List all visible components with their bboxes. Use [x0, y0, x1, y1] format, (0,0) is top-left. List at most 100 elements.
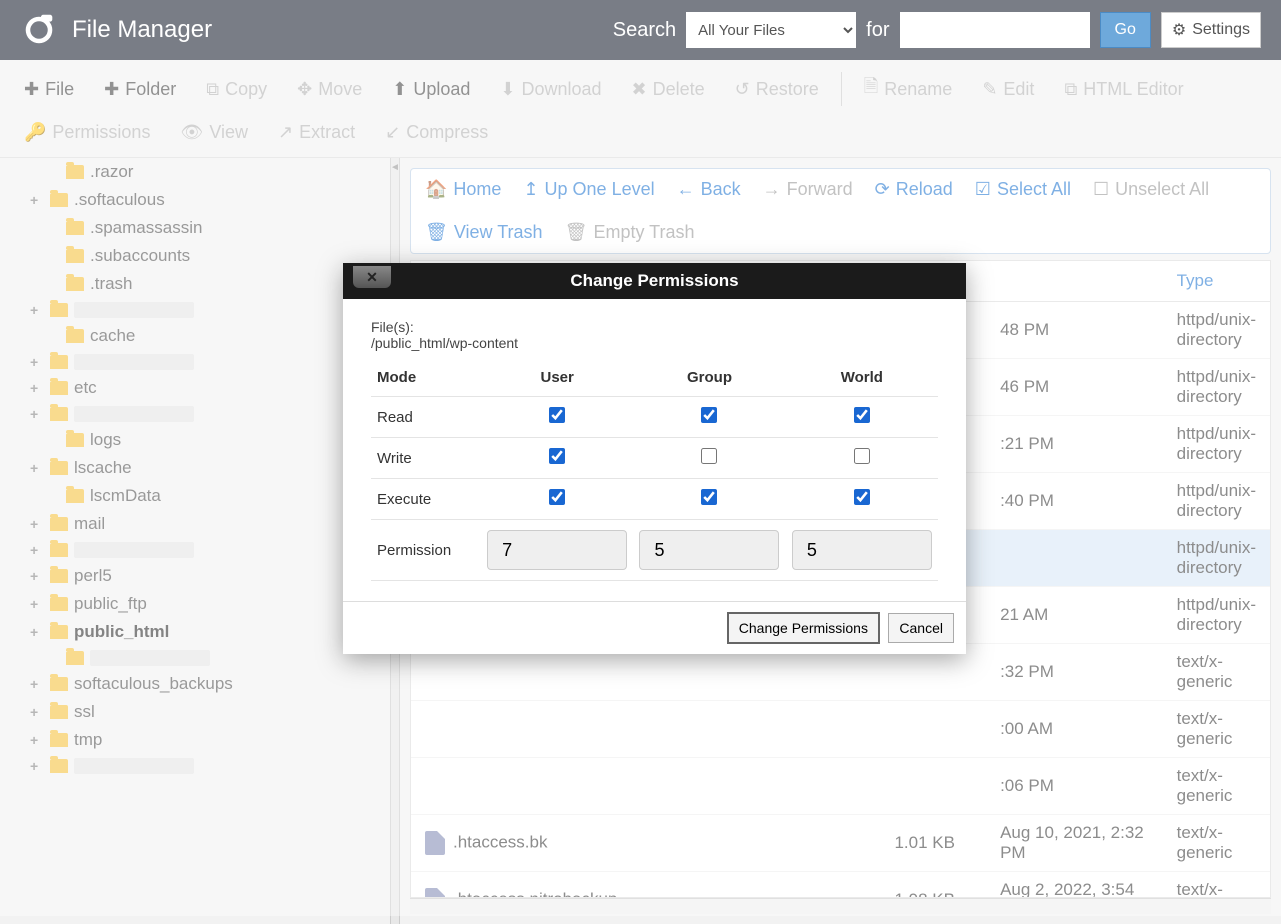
- cancel-button[interactable]: Cancel: [888, 613, 954, 643]
- unselect-all-button[interactable]: ☐Unselect All: [1093, 179, 1209, 200]
- expand-icon[interactable]: +: [30, 732, 44, 748]
- write-group-checkbox[interactable]: [701, 448, 717, 464]
- expand-icon[interactable]: +: [30, 380, 44, 396]
- exec-user-checkbox[interactable]: [549, 489, 565, 505]
- expand-icon[interactable]: +: [30, 460, 44, 476]
- new-folder-button[interactable]: ✚Folder: [92, 68, 188, 110]
- delete-label: Delete: [653, 79, 705, 100]
- expand-icon[interactable]: +: [30, 302, 44, 318]
- expand-icon[interactable]: +: [30, 624, 44, 640]
- permissions-button[interactable]: 🔑Permissions: [12, 116, 162, 149]
- exec-world-checkbox[interactable]: [854, 489, 870, 505]
- tree-item[interactable]: +lscache: [30, 454, 360, 482]
- tree-item[interactable]: +mail: [30, 510, 360, 538]
- tree-item[interactable]: lscmData: [30, 482, 360, 510]
- horizontal-scrollbar[interactable]: [410, 898, 1271, 914]
- perm-user-input[interactable]: [487, 530, 627, 570]
- tree-item[interactable]: .subaccounts: [30, 242, 360, 270]
- expand-icon[interactable]: +: [30, 406, 44, 422]
- tree-item[interactable]: +softaculous_backups: [30, 670, 360, 698]
- expand-icon[interactable]: +: [30, 516, 44, 532]
- tree-item[interactable]: +: [30, 350, 360, 374]
- up-button[interactable]: ↥Up One Level: [523, 179, 654, 200]
- write-user-checkbox[interactable]: [549, 448, 565, 464]
- search-input[interactable]: [900, 12, 1090, 48]
- cell-name: .htaccess.nitrobackup: [411, 872, 880, 899]
- reload-button[interactable]: ⟳Reload: [875, 179, 953, 200]
- move-button[interactable]: ✥Move: [285, 68, 374, 110]
- tree-item-label: .razor: [90, 162, 133, 182]
- settings-button[interactable]: ⚙ Settings: [1161, 12, 1261, 48]
- expand-icon[interactable]: +: [30, 758, 44, 774]
- col-modified[interactable]: [986, 261, 1163, 302]
- select-all-button[interactable]: ☑Select All: [975, 179, 1071, 200]
- delete-icon: ✖: [632, 79, 647, 100]
- tree-item[interactable]: .spamassassin: [30, 214, 360, 242]
- tree-item-label: tmp: [74, 730, 102, 750]
- tree-item-label: perl5: [74, 566, 112, 586]
- cell-modified: :06 PM: [986, 758, 1163, 815]
- tree-item[interactable]: cache: [30, 322, 360, 350]
- tree-item[interactable]: + tmp: [30, 726, 360, 754]
- perm-world-input[interactable]: [792, 530, 932, 570]
- tree-item[interactable]: +: [30, 754, 360, 778]
- close-button[interactable]: ✕: [353, 266, 391, 288]
- tree-item[interactable]: +ssl: [30, 698, 360, 726]
- read-world-checkbox[interactable]: [854, 407, 870, 423]
- tree-item[interactable]: .trash: [30, 270, 360, 298]
- table-row[interactable]: .htaccess.nitrobackup1.98 KBAug 2, 2022,…: [411, 872, 1270, 899]
- go-button[interactable]: Go: [1100, 12, 1151, 48]
- expand-icon[interactable]: +: [30, 542, 44, 558]
- html-editor-button[interactable]: ⧉HTML Editor: [1052, 68, 1195, 110]
- submit-button[interactable]: Change Permissions: [727, 612, 880, 644]
- tree-item[interactable]: + perl5: [30, 562, 360, 590]
- expand-icon[interactable]: +: [30, 596, 44, 612]
- table-row[interactable]: .htaccess.bk1.01 KBAug 10, 2021, 2:32 PM…: [411, 815, 1270, 872]
- extract-button[interactable]: ↗Extract: [266, 116, 367, 149]
- search-scope-select[interactable]: All Your Files: [686, 12, 856, 48]
- tree-item[interactable]: +public_ftp: [30, 590, 360, 618]
- edit-button[interactable]: ✎Edit: [970, 68, 1046, 110]
- tree-item[interactable]: +: [30, 298, 360, 322]
- home-button[interactable]: 🏠Home: [425, 179, 501, 200]
- tree-item[interactable]: +.softaculous: [30, 186, 360, 214]
- perm-group-input[interactable]: [639, 530, 779, 570]
- cell-type: text/x-generic: [1163, 815, 1270, 872]
- folder-icon: [66, 165, 84, 179]
- tree-item[interactable]: [30, 646, 360, 670]
- read-user-checkbox[interactable]: [549, 407, 565, 423]
- new-file-button[interactable]: ✚File: [12, 68, 86, 110]
- restore-button[interactable]: ↺Restore: [723, 68, 831, 110]
- view-trash-button[interactable]: 🗑View Trash: [425, 222, 543, 243]
- view-button[interactable]: 👁View: [168, 116, 260, 149]
- table-row[interactable]: :06 PMtext/x-generic: [411, 758, 1270, 815]
- compress-button[interactable]: ↙Compress: [373, 116, 500, 149]
- expand-icon[interactable]: +: [30, 568, 44, 584]
- tree-item[interactable]: .razor: [30, 158, 360, 186]
- rename-button[interactable]: 🗎Rename: [852, 68, 965, 110]
- tree-item[interactable]: +public_html: [30, 618, 360, 646]
- download-button[interactable]: ⬇Download: [488, 68, 613, 110]
- tree-item[interactable]: logs: [30, 426, 360, 454]
- folder-tree[interactable]: .razor +.softaculous.spamassassin.subacco…: [0, 158, 390, 924]
- write-world-checkbox[interactable]: [854, 448, 870, 464]
- cell-modified: 48 PM: [986, 302, 1163, 359]
- expand-icon[interactable]: +: [30, 354, 44, 370]
- expand-icon[interactable]: +: [30, 192, 44, 208]
- tree-item[interactable]: +etc: [30, 374, 360, 402]
- forward-button[interactable]: →Forward: [763, 179, 853, 200]
- empty-trash-button[interactable]: 🗑Empty Trash: [565, 222, 695, 243]
- copy-button[interactable]: ⧉Copy: [194, 68, 279, 110]
- back-button[interactable]: ←Back: [677, 179, 741, 200]
- tree-item[interactable]: +: [30, 402, 360, 426]
- upload-button[interactable]: ⬆Upload: [380, 68, 482, 110]
- delete-button[interactable]: ✖ Delete: [620, 68, 717, 110]
- expand-icon[interactable]: +: [30, 704, 44, 720]
- folder-icon: [50, 759, 68, 773]
- col-type[interactable]: Type: [1163, 261, 1270, 302]
- table-row[interactable]: :00 AMtext/x-generic: [411, 701, 1270, 758]
- exec-group-checkbox[interactable]: [701, 489, 717, 505]
- expand-icon[interactable]: +: [30, 676, 44, 692]
- tree-item[interactable]: +: [30, 538, 360, 562]
- read-group-checkbox[interactable]: [701, 407, 717, 423]
